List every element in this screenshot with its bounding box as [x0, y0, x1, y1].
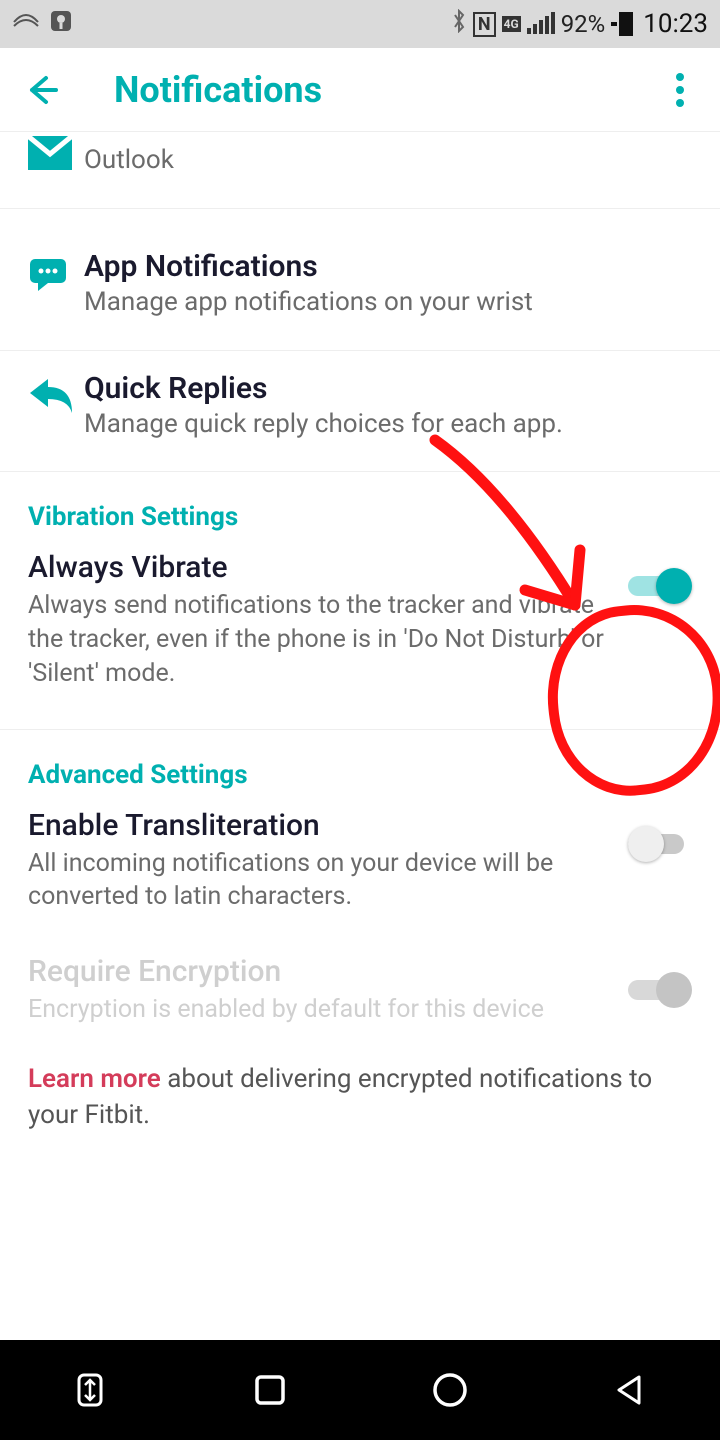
- learn-more-row: Learn more about delivering encrypted no…: [0, 1051, 720, 1164]
- setting-enable-transliteration-desc: All incoming notifications on your devic…: [28, 847, 612, 915]
- setting-enable-transliteration[interactable]: Enable Transliteration All incoming noti…: [0, 804, 720, 939]
- clock-time: 10:23: [643, 9, 708, 39]
- section-advanced-header: Advanced Settings: [0, 730, 720, 804]
- setting-always-vibrate-desc: Always send notifications to the tracker…: [28, 589, 612, 690]
- row-quick-replies[interactable]: Quick Replies Manage quick reply choices…: [0, 351, 720, 473]
- nav-expand-button[interactable]: [55, 1365, 125, 1415]
- network-type-badge: 4G: [502, 16, 521, 32]
- bluetooth-icon: [451, 9, 467, 39]
- row-quick-replies-subtitle: Manage quick reply choices for each app.: [84, 408, 692, 442]
- status-left: [12, 10, 72, 38]
- toggle-require-encryption: [628, 972, 692, 1008]
- setting-always-vibrate[interactable]: Always Vibrate Always send notifications…: [0, 546, 720, 714]
- page-title: Notifications: [114, 69, 660, 111]
- setting-always-vibrate-title: Always Vibrate: [28, 550, 612, 585]
- row-quick-replies-title: Quick Replies: [84, 371, 692, 406]
- toggle-enable-transliteration[interactable]: [628, 826, 692, 862]
- setting-require-encryption-title: Require Encryption: [28, 954, 612, 989]
- carrier-icon: [12, 10, 40, 38]
- row-app-notifications-subtitle: Manage app notifications on your wrist: [84, 286, 692, 320]
- reply-icon: [28, 371, 84, 415]
- email-icon: [28, 132, 84, 170]
- status-right: N 4G 92% 10:23: [451, 9, 708, 39]
- row-app-notifications[interactable]: App Notifications Manage app notificatio…: [0, 209, 720, 351]
- android-nav-bar: [0, 1340, 720, 1440]
- setting-require-encryption-desc: Encryption is enabled by default for thi…: [28, 993, 612, 1027]
- row-app-notifications-title: App Notifications: [84, 249, 692, 284]
- signal-icon: [527, 14, 555, 34]
- battery-percent: 92%: [561, 10, 606, 38]
- row-emails[interactable]: Emails Outlook: [0, 132, 720, 209]
- learn-more-link[interactable]: Learn more: [28, 1064, 161, 1094]
- location-icon: [50, 10, 72, 38]
- nav-home-button[interactable]: [415, 1365, 485, 1415]
- section-vibration-header: Vibration Settings: [0, 472, 720, 546]
- back-button[interactable]: [20, 68, 64, 112]
- app-notifications-icon: [28, 249, 84, 293]
- status-bar: N 4G 92% 10:23: [0, 0, 720, 48]
- content-scroll[interactable]: Emails Outlook App Notifications Manage …: [0, 132, 720, 1340]
- overflow-menu-button[interactable]: [660, 73, 700, 107]
- nfc-icon: N: [473, 12, 496, 37]
- app-header: Notifications: [0, 48, 720, 132]
- setting-require-encryption: Require Encryption Encryption is enabled…: [0, 938, 720, 1051]
- nav-recents-button[interactable]: [235, 1365, 305, 1415]
- battery-icon: [611, 12, 633, 36]
- row-emails-subtitle: Outlook: [84, 144, 692, 178]
- nav-back-button[interactable]: [595, 1365, 665, 1415]
- toggle-always-vibrate[interactable]: [628, 568, 692, 604]
- setting-enable-transliteration-title: Enable Transliteration: [28, 808, 612, 843]
